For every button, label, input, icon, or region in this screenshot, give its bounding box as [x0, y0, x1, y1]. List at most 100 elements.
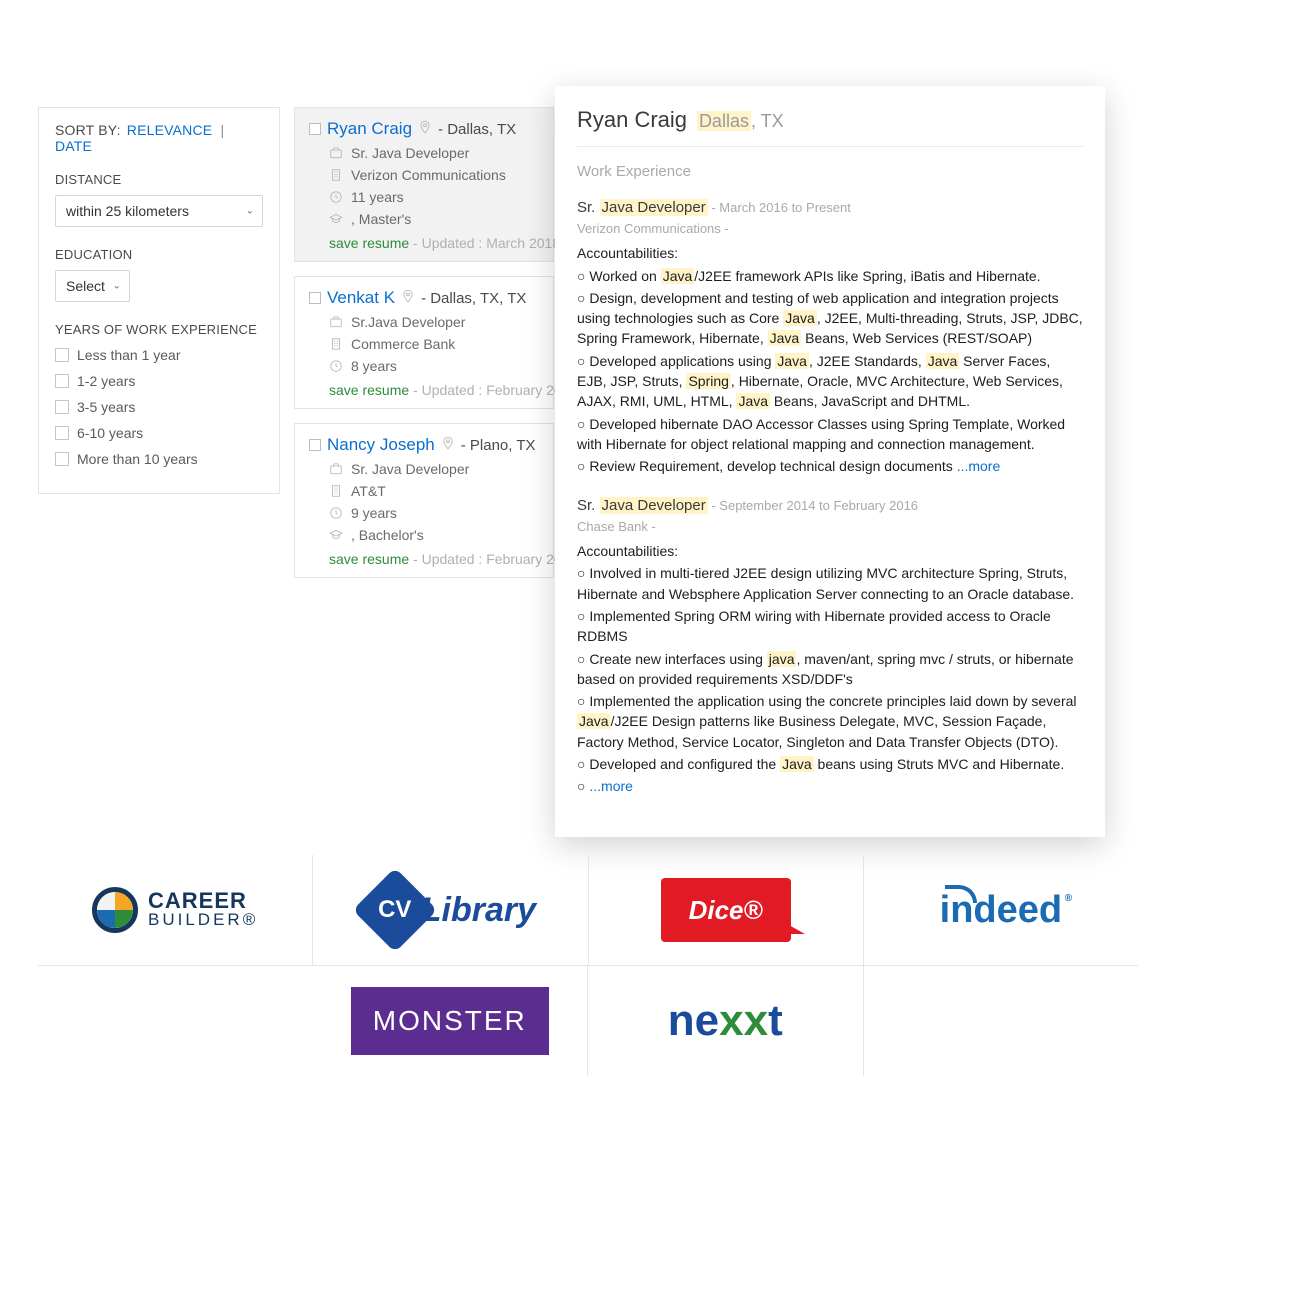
distance-select[interactable]: within 25 kilometers ⌄ — [55, 195, 263, 227]
degree: , Bachelor's — [351, 527, 424, 543]
select-checkbox[interactable] — [309, 292, 321, 304]
logo-indeed: indeed — [864, 855, 1138, 965]
accountability-item: Implemented Spring ORM wiring with Hiber… — [577, 606, 1083, 647]
years-experience: 8 years — [351, 358, 397, 374]
experience-option-label: More than 10 years — [77, 451, 198, 467]
updated-date: - Updated : February 2018 — [413, 382, 577, 398]
building-icon — [329, 484, 343, 498]
candidate-location: - Dallas, TX — [438, 121, 516, 138]
job-title: Sr.Java Developer — [351, 314, 465, 330]
location-pin-icon — [441, 436, 455, 455]
chevron-down-icon: ⌄ — [246, 206, 254, 217]
accountabilities-heading: Accountabilities: — [577, 541, 1083, 561]
preview-candidate-location: Dallas, TX — [697, 111, 784, 131]
education-select[interactable]: Select ⌄ — [55, 270, 130, 302]
save-resume-link[interactable]: save resume — [329, 382, 409, 398]
result-card[interactable]: Venkat K - Dallas, TX, TX Sr.Java Develo… — [294, 276, 554, 409]
save-resume-link[interactable]: save resume — [329, 235, 409, 251]
logo-cvlibrary: CV Library — [313, 855, 588, 965]
job-title: Sr. Java Developer — [577, 497, 708, 514]
accountability-item: Worked on Java/J2EE framework APIs like … — [577, 266, 1083, 286]
experience-option[interactable]: 1-2 years — [55, 373, 263, 389]
accountability-item: ...more — [577, 776, 1083, 796]
briefcase-icon — [329, 462, 343, 476]
candidate-location: - Plano, TX — [461, 437, 536, 454]
experience-option-label: 1-2 years — [77, 373, 135, 389]
job-title: Sr. Java Developer — [577, 199, 708, 216]
years-experience: 9 years — [351, 505, 397, 521]
chevron-down-icon: ⌄ — [113, 281, 121, 292]
sort-separator: | — [220, 122, 224, 138]
logo-monster: MONSTER — [313, 966, 589, 1076]
location-pin-icon — [401, 289, 415, 308]
clock-icon — [329, 359, 343, 373]
preview-candidate-name: Ryan Craig — [577, 107, 687, 132]
experience-option[interactable]: 6-10 years — [55, 425, 263, 441]
candidate-name-link[interactable]: Venkat K — [327, 288, 395, 308]
accountabilities-heading: Accountabilities: — [577, 243, 1083, 263]
graduation-icon — [329, 212, 343, 226]
resume-preview-panel: Ryan Craig Dallas, TX Work Experience Sr… — [555, 86, 1105, 837]
company-name: AT&T — [351, 483, 386, 499]
checkbox-icon — [55, 426, 69, 440]
careerbuilder-icon — [92, 887, 138, 933]
checkbox-icon — [55, 374, 69, 388]
select-checkbox[interactable] — [309, 123, 321, 135]
years-experience: 11 years — [351, 189, 404, 205]
checkbox-icon — [55, 400, 69, 414]
filter-panel: SORT BY: RELEVANCE | DATE DISTANCE withi… — [38, 107, 280, 494]
save-resume-link[interactable]: save resume — [329, 551, 409, 567]
job-entry: Sr. Java Developer - March 2016 to Prese… — [577, 197, 1083, 477]
updated-date: - Updated : March 2018 — [413, 235, 560, 251]
clock-icon — [329, 190, 343, 204]
briefcase-icon — [329, 315, 343, 329]
work-experience-heading: Work Experience — [577, 161, 1083, 183]
sort-relevance[interactable]: RELEVANCE — [127, 122, 213, 138]
company-name: Commerce Bank — [351, 336, 455, 352]
accountability-item: Developed hibernate DAO Accessor Classes… — [577, 414, 1083, 455]
accountability-item: Implemented the application using the co… — [577, 691, 1083, 752]
result-card[interactable]: Nancy Joseph - Plano, TX Sr. Java Develo… — [294, 423, 554, 578]
checkbox-icon — [55, 452, 69, 466]
expand-more-link[interactable]: ...more — [589, 778, 633, 794]
result-card[interactable]: Ryan Craig - Dallas, TX Sr. Java Develop… — [294, 107, 554, 262]
select-checkbox[interactable] — [309, 439, 321, 451]
clock-icon — [329, 506, 343, 520]
candidate-name-link[interactable]: Ryan Craig — [327, 119, 412, 139]
updated-date: - Updated : February 2018 — [413, 551, 577, 567]
logo-nexxt: nexxt — [588, 966, 864, 1076]
experience-option[interactable]: Less than 1 year — [55, 347, 263, 363]
logo-empty — [38, 966, 313, 1076]
experience-option-label: Less than 1 year — [77, 347, 181, 363]
job-entry: Sr. Java Developer - September 2014 to F… — [577, 495, 1083, 797]
accountability-item: Create new interfaces using java, maven/… — [577, 649, 1083, 690]
accountability-item: Involved in multi-tiered J2EE design uti… — [577, 563, 1083, 604]
job-company: Verizon Communications - — [577, 220, 1083, 239]
job-dates: - March 2016 to Present — [708, 200, 851, 215]
degree: , Master's — [351, 211, 411, 227]
results-list: Ryan Craig - Dallas, TX Sr. Java Develop… — [294, 107, 554, 592]
accountability-item: Review Requirement, develop technical de… — [577, 456, 1083, 476]
sort-date[interactable]: DATE — [55, 138, 92, 154]
logo-careerbuilder: CAREER BUILDER® — [38, 855, 313, 965]
expand-more-link[interactable]: ...more — [957, 458, 1001, 474]
building-icon — [329, 337, 343, 351]
logo-empty — [864, 966, 1139, 1076]
job-company: Chase Bank - — [577, 518, 1083, 537]
logo-dice: Dice® — [589, 855, 864, 965]
job-title: Sr. Java Developer — [351, 145, 469, 161]
partner-logos: CAREER BUILDER® CV Library Dice® indeed … — [38, 855, 1138, 1076]
sort-by-row: SORT BY: RELEVANCE | DATE — [55, 122, 263, 154]
divider — [577, 146, 1083, 147]
candidate-name-link[interactable]: Nancy Joseph — [327, 435, 435, 455]
experience-option[interactable]: 3-5 years — [55, 399, 263, 415]
briefcase-icon — [329, 146, 343, 160]
experience-option[interactable]: More than 10 years — [55, 451, 263, 467]
job-title: Sr. Java Developer — [351, 461, 469, 477]
education-label: EDUCATION — [55, 247, 263, 262]
accountability-item: Design, development and testing of web a… — [577, 288, 1083, 349]
distance-value: within 25 kilometers — [66, 203, 189, 219]
candidate-location: - Dallas, TX, TX — [421, 290, 526, 307]
company-name: Verizon Communications — [351, 167, 506, 183]
graduation-icon — [329, 528, 343, 542]
